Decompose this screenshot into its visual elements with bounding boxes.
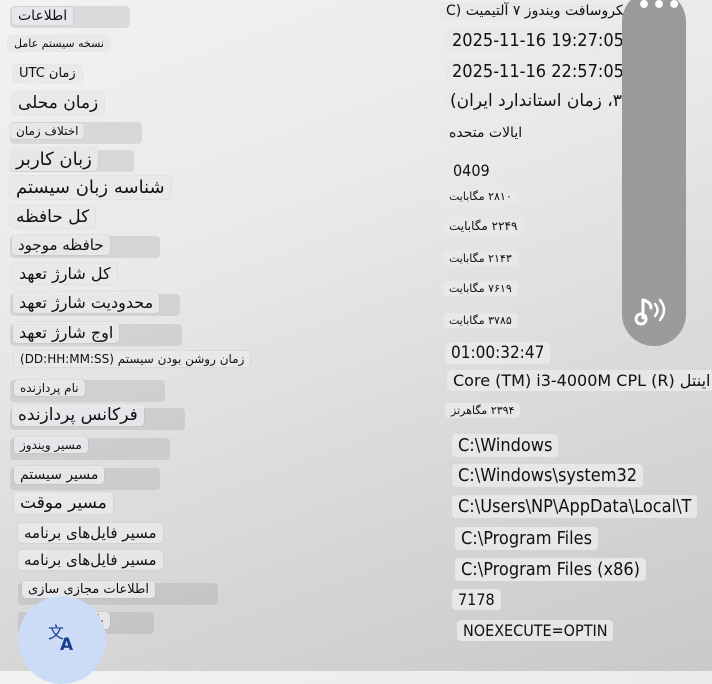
label-user-language: زبان کاربر — [10, 148, 98, 171]
label-virtualization-info: اطلاعات مجازی سازی — [22, 581, 156, 598]
label-windows-path: مسیر ویندوز — [14, 437, 88, 453]
label-info: اطلاعات — [12, 7, 74, 25]
svg-text:A: A — [60, 635, 74, 652]
value-system-uptime: 01:00:32:47 — [445, 342, 551, 364]
label-utc-time: زمان UTC — [13, 65, 82, 82]
value-total-memory: ۲۸۱۰ مگابایت — [443, 189, 518, 204]
value-program-files-path: C:\Program Files — [455, 527, 599, 550]
value-system-path: C:\Windows\system32 — [452, 464, 644, 487]
more-options-icon[interactable]: ••• — [637, 0, 682, 18]
label-temp-path: مسیر موقت — [14, 492, 113, 514]
value-utc-time: 2025-11-16 19:27:05 — [446, 29, 630, 52]
value-available-memory: ۲۲۴۹ مگابایت — [443, 218, 524, 234]
label-processor-frequency: فرکانس پردازنده — [12, 404, 144, 426]
value-commit-peak: ۳۷۸۵ مگابایت — [443, 313, 518, 328]
label-processor-name: نام پردازنده — [14, 380, 85, 396]
label-available-memory: حافظه موجود — [12, 235, 110, 255]
value-commit-limit: ۷۶۱۹ مگابایت — [443, 281, 518, 296]
value-os-version: مایکروسافت ویندوز ۷ آلتیمیت (C — [440, 2, 646, 20]
label-commit-limit: محدودیت شارژ تعهد — [13, 292, 160, 313]
value-dep-policy: NOEXECUTE=OPTIN — [457, 620, 614, 641]
value-program-files-x86-path: C:\Program Files (x86) — [455, 558, 646, 581]
value-commit-total: ۲۱۴۳ مگابایت — [443, 251, 518, 266]
label-commit-total: کل شارژ تعهد — [13, 263, 117, 284]
value-processor-frequency: ۲۳۹۴ مگاهرتز — [445, 403, 521, 418]
value-windows-path: C:\Windows — [452, 434, 559, 457]
value-user-language: ایالات متحده — [443, 124, 529, 142]
label-time-offset: اختلاف زمان — [10, 123, 85, 139]
speaker-icon[interactable] — [633, 292, 673, 332]
value-temp-path: C:\Users\NP\AppData\Local\T — [452, 495, 698, 518]
label-program-files-x86-path: مسیر فایل‌های برنامه — [18, 550, 163, 570]
label-program-files-path: مسیر فایل‌های برنامه — [18, 523, 163, 543]
label-system-path: مسیر سیستم — [14, 466, 105, 484]
value-virtualization-info: 7178 — [452, 589, 501, 610]
value-system-language-id: 0409 — [447, 160, 496, 181]
label-commit-peak: اوج شارژ تعهد — [13, 322, 120, 343]
translate-icon: 文 A — [48, 623, 74, 652]
label-total-memory: کل حافظه — [10, 206, 96, 228]
value-time-offset: ۳:۰، زمان استاندارد ایران) — [444, 90, 643, 112]
label-system-uptime: زمان روشن بودن سیستم (DD:HH:MM:SS) — [14, 351, 251, 367]
label-local-time: زمان محلی — [12, 92, 105, 114]
label-system-language-id: شناسه زبان سیستم — [10, 176, 171, 199]
value-processor-name: اینتل (R) Core (TM) i3-4000M CPL — [447, 370, 712, 391]
label-os-version: نسخه سیستم عامل — [8, 36, 110, 51]
value-local-time: 2025-11-16 22:57:05 — [446, 60, 630, 83]
